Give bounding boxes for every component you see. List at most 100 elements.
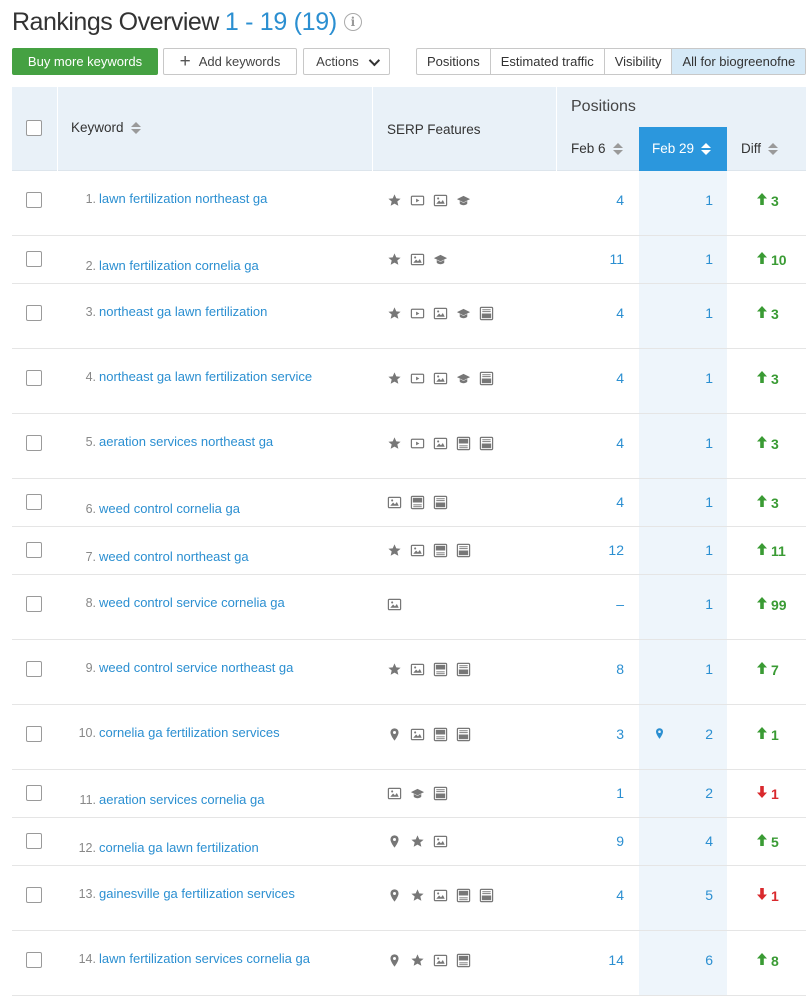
diff-value: 7 [771, 661, 779, 678]
keyword-link[interactable]: aeration services cornelia ga [99, 792, 264, 807]
row-checkbox[interactable] [26, 661, 42, 677]
keyword-link[interactable]: cornelia ga fertilization services [99, 725, 280, 740]
feb6-position: 11 [609, 251, 624, 267]
row-checkbox[interactable] [26, 192, 42, 208]
position-diff: 3 [756, 494, 779, 511]
keyword-link[interactable]: gainesville ga fertilization services [99, 886, 295, 901]
keyword-link[interactable]: weed control cornelia ga [99, 501, 240, 516]
row-number: 10. [78, 726, 96, 740]
ad-bottom-icon [479, 371, 494, 386]
table-row: 13. gainesville ga fertilization service… [12, 866, 806, 931]
row-checkbox[interactable] [26, 370, 42, 386]
ad-top-icon [456, 888, 471, 903]
tab-visibility[interactable]: Visibility [605, 49, 673, 74]
diff-value: 5 [771, 833, 779, 850]
keyword-link[interactable]: northeast ga lawn fertilization [99, 304, 267, 319]
table-row: 12. cornelia ga lawn fertilization 9 4 5 [12, 818, 806, 866]
row-checkbox[interactable] [26, 785, 42, 801]
feb29-position: 1 [705, 370, 713, 386]
row-number: 1. [85, 192, 96, 206]
arrow-up-icon [756, 596, 771, 613]
image-icon [410, 543, 425, 558]
keyword-link[interactable]: northeast ga lawn fertilization service [99, 369, 312, 384]
row-number: 8. [85, 596, 96, 610]
feb29-position: 4 [705, 833, 713, 849]
buy-more-keywords-button[interactable]: Buy more keywords [12, 48, 158, 75]
table-header: Keyword SERP Features Positions Feb 6 Fe… [12, 87, 806, 171]
diff-value: 3 [771, 305, 779, 322]
header-check-cell [12, 87, 58, 171]
feb29-position: 1 [705, 251, 713, 267]
pin-icon [387, 834, 402, 849]
feb29-position: 6 [705, 952, 713, 968]
serp-features [387, 436, 494, 451]
arrow-up-icon [756, 542, 771, 559]
row-checkbox[interactable] [26, 887, 42, 903]
row-checkbox[interactable] [26, 251, 42, 267]
select-all-checkbox[interactable] [26, 120, 42, 136]
row-checkbox[interactable] [26, 435, 42, 451]
header-positions-cell: Positions Feb 6 Feb 29 Diff [557, 87, 806, 171]
feb6-header[interactable]: Feb 6 [571, 141, 623, 156]
header-keyword-cell[interactable]: Keyword [58, 87, 373, 171]
serp-features [387, 543, 471, 558]
row-checkbox[interactable] [26, 726, 42, 742]
diff-value: 3 [771, 435, 779, 452]
keyword-link[interactable]: weed control service cornelia ga [99, 595, 285, 610]
table-row: 2. lawn fertilization cornelia ga 11 1 1… [12, 236, 806, 284]
ad-bottom-icon [456, 662, 471, 677]
info-icon[interactable]: i [343, 13, 362, 31]
tab-estimated-traffic[interactable]: Estimated traffic [491, 49, 605, 74]
keyword-link[interactable]: aeration services northeast ga [99, 434, 273, 449]
serp-features-header: SERP Features [387, 122, 481, 137]
keyword-link[interactable]: lawn fertilization services cornelia ga [99, 951, 310, 966]
keyword-link[interactable]: lawn fertilization northeast ga [99, 191, 267, 206]
image-icon [433, 834, 448, 849]
tab-positions[interactable]: Positions [417, 49, 491, 74]
row-checkbox[interactable] [26, 542, 42, 558]
diff-header[interactable]: Diff [741, 141, 779, 156]
star-icon [387, 371, 402, 386]
keyword-link[interactable]: weed control northeast ga [99, 549, 249, 564]
arrow-up-icon [756, 661, 771, 678]
row-checkbox[interactable] [26, 833, 42, 849]
feb29-header[interactable]: Feb 29 [639, 127, 727, 171]
star-icon [410, 834, 425, 849]
serp-features [387, 953, 471, 968]
arrow-up-icon [756, 833, 771, 850]
pin-icon [387, 727, 402, 742]
feb6-position: 4 [616, 494, 624, 510]
keyword-header[interactable]: Keyword [71, 120, 141, 135]
sort-icon [768, 142, 779, 155]
positions-header: Positions [571, 98, 636, 115]
keyword-link[interactable]: cornelia ga lawn fertilization [99, 840, 259, 855]
keyword-link[interactable]: weed control service northeast ga [99, 660, 293, 675]
keyword-link[interactable]: lawn fertilization cornelia ga [99, 258, 259, 273]
image-icon [387, 786, 402, 801]
actions-dropdown[interactable]: Actions [303, 48, 390, 75]
feb29-header-label: Feb 29 [652, 141, 695, 156]
image-icon [433, 888, 448, 903]
position-diff: 1 [756, 726, 779, 743]
ad-top-icon [456, 953, 471, 968]
add-keywords-button[interactable]: + Add keywords [163, 48, 297, 75]
arrow-up-icon [756, 435, 771, 452]
sort-icon [612, 142, 623, 155]
serp-features [387, 252, 448, 267]
row-number: 14. [78, 952, 96, 966]
row-checkbox[interactable] [26, 494, 42, 510]
table-row: 9. weed control service northeast ga 8 1… [12, 640, 806, 705]
row-checkbox[interactable] [26, 305, 42, 321]
row-checkbox[interactable] [26, 596, 42, 612]
star-icon [387, 543, 402, 558]
toolbar: Buy more keywords + Add keywords Actions… [12, 48, 806, 76]
arrow-up-icon [756, 192, 771, 209]
serp-features [387, 662, 471, 677]
position-diff: 11 [756, 542, 786, 559]
star-icon [410, 953, 425, 968]
row-checkbox[interactable] [26, 952, 42, 968]
table-row: 7. weed control northeast ga 12 1 11 [12, 527, 806, 575]
tab-all-for-domain[interactable]: All for biogreenofne [672, 49, 806, 74]
image-icon [433, 371, 448, 386]
feb29-position: 1 [705, 596, 713, 612]
